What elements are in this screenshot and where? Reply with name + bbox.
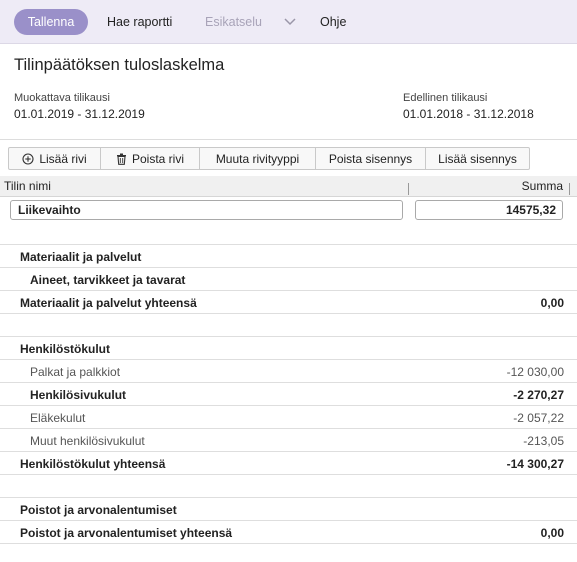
save-button[interactable]: Tallenna	[14, 9, 88, 35]
remove-indent-button[interactable]: Poista sisennys	[316, 148, 426, 169]
table-row[interactable]	[0, 475, 577, 498]
plus-circle-icon	[22, 152, 34, 165]
previous-period-label: Edellinen tilikausi	[403, 92, 488, 104]
row-label: Henkilösivukulut	[30, 388, 127, 402]
table-row[interactable]: Henkilöstökulut yhteensä -14 300,27	[0, 452, 577, 475]
column-header-sum[interactable]: Summa	[522, 179, 563, 193]
add-row-label: Lisää rivi	[39, 151, 87, 166]
row-label: Materiaalit ja palvelut	[20, 250, 142, 264]
row-value: -213,05	[523, 434, 564, 448]
table-row[interactable]: Poistot ja arvonalentumiset	[0, 498, 577, 521]
page-title: Tilinpäätöksen tuloslaskelma	[14, 56, 225, 74]
row-label: Aineet, tarvikkeet ja tavarat	[30, 273, 186, 287]
table-row[interactable]: Materiaalit ja palvelut yhteensä 0,00	[0, 291, 577, 314]
row-label: Poistot ja arvonalentumiset	[20, 503, 177, 517]
row-label: Poistot ja arvonalentumiset yhteensä	[20, 526, 233, 540]
column-header-name[interactable]: Tilin nimi	[4, 179, 51, 193]
preview-button[interactable]: Esikatselu	[205, 0, 262, 44]
row-label: Eläkekulut	[30, 411, 86, 425]
row-toolbar: Lisää rivi Poista rivi Muuta rivityyppi …	[8, 147, 530, 170]
table-row[interactable]: Henkilösivukulut -2 270,27	[0, 383, 577, 406]
row-label: Henkilöstökulut	[20, 342, 111, 356]
delete-row-label: Poista rivi	[131, 151, 184, 166]
add-indent-button[interactable]: Lisää sisennys	[426, 148, 529, 169]
table-row[interactable]: Eläkekulut -2 057,22	[0, 406, 577, 429]
row-value: -12 030,00	[506, 365, 564, 379]
table-row[interactable]: Materiaalit ja palvelut	[0, 245, 577, 268]
table-row[interactable]: Aineet, tarvikkeet ja tavarat	[0, 268, 577, 291]
row-label: Muut henkilösivukulut	[30, 434, 145, 448]
column-resize-handle[interactable]	[569, 183, 570, 195]
help-button[interactable]: Ohje	[320, 0, 346, 44]
row-value: -14 300,27	[506, 457, 564, 471]
table-row[interactable]: Henkilöstökulut	[0, 337, 577, 360]
row-sum-input[interactable]: 14575,32	[415, 200, 563, 220]
row-value: -2 270,27	[513, 388, 564, 402]
delete-row-button[interactable]: Poista rivi	[101, 148, 200, 169]
row-label: Materiaalit ja palvelut yhteensä	[20, 296, 197, 310]
current-period-value: 01.01.2019 - 31.12.2019	[14, 107, 145, 121]
change-row-type-button[interactable]: Muuta rivityyppi	[200, 148, 316, 169]
top-toolbar: Tallenna Hae raportti Esikatselu Ohje	[0, 0, 577, 44]
add-row-button[interactable]: Lisää rivi	[9, 148, 101, 169]
fetch-report-button[interactable]: Hae raportti	[107, 0, 172, 44]
table-row[interactable]: Poistot ja arvonalentumiset yhteensä 0,0…	[0, 521, 577, 544]
row-value: 0,00	[540, 526, 564, 540]
trash-icon	[116, 153, 126, 165]
row-name-input[interactable]: Liikevaihto	[10, 200, 403, 220]
row-label: Henkilöstökulut yhteensä	[20, 457, 166, 471]
row-value: -2 057,22	[513, 411, 564, 425]
column-resize-handle[interactable]	[408, 183, 409, 195]
table-row[interactable]: Muut henkilösivukulut -213,05	[0, 429, 577, 452]
divider	[0, 139, 577, 140]
previous-period-value: 01.01.2018 - 31.12.2018	[403, 107, 534, 121]
table-row[interactable]	[0, 222, 577, 245]
current-period-label: Muokattava tilikausi	[14, 92, 110, 104]
chevron-down-icon[interactable]	[282, 13, 298, 29]
table-row[interactable]: Palkat ja palkkiot -12 030,00	[0, 360, 577, 383]
row-label: Palkat ja palkkiot	[30, 365, 121, 379]
row-value: 0,00	[540, 296, 564, 310]
table-header: Tilin nimi Summa	[0, 176, 577, 197]
table-row[interactable]	[0, 314, 577, 337]
